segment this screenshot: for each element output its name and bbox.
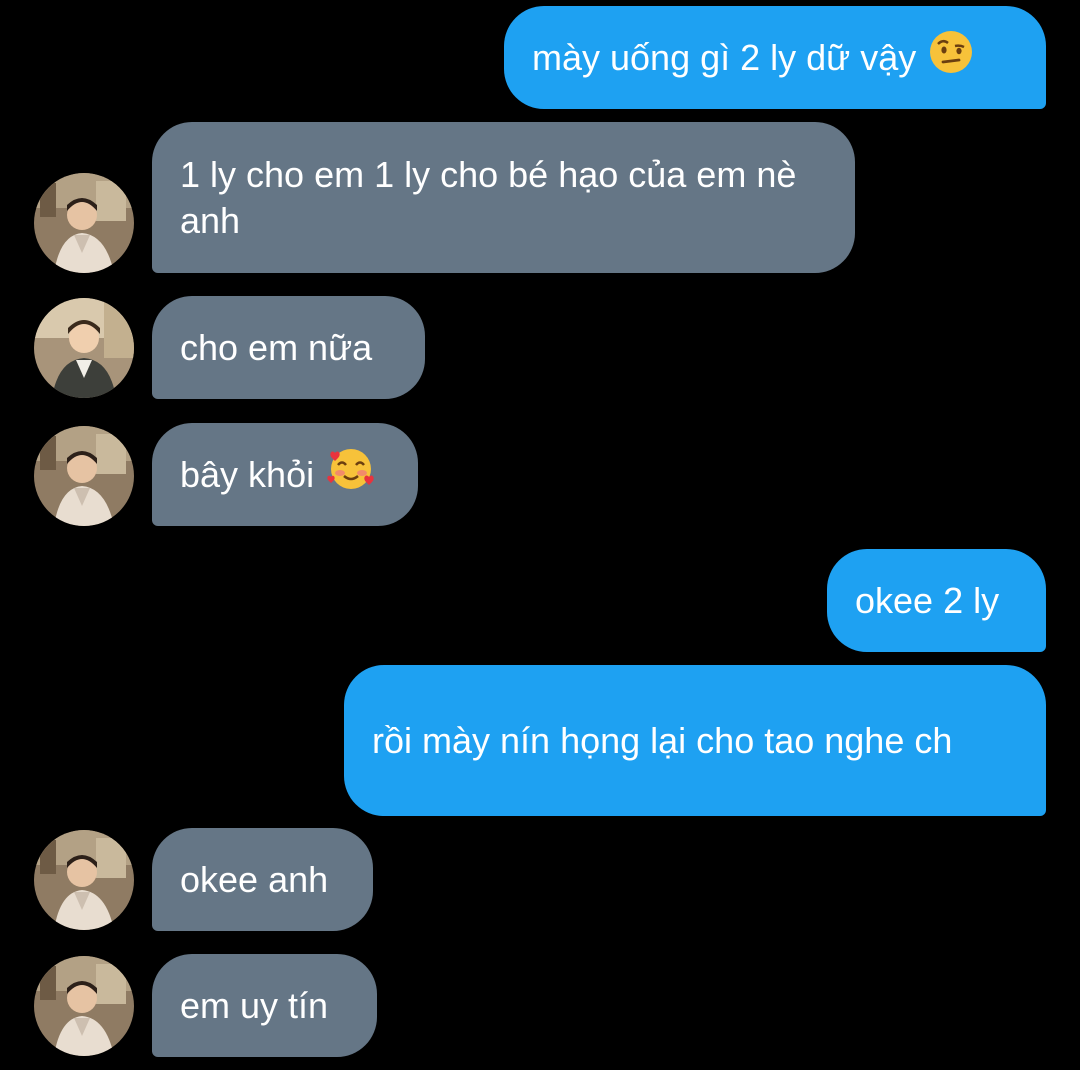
avatar[interactable]: [34, 173, 134, 273]
avatar[interactable]: [34, 956, 134, 1056]
avatar-photo-icon: [34, 956, 134, 1056]
raised-eyebrow-emoji-icon: [928, 29, 974, 86]
avatar[interactable]: [34, 426, 134, 526]
incoming-message-bubble[interactable]: okee anh: [152, 828, 373, 931]
outgoing-message-bubble[interactable]: okee 2 ly: [827, 549, 1046, 652]
avatar-photo-icon: [34, 298, 134, 398]
incoming-message-bubble[interactable]: 1 ly cho em 1 ly cho bé hạo của em nè an…: [152, 122, 855, 273]
message-text: mày uống gì 2 ly dữ vậy: [532, 36, 917, 78]
message-text: rồi mày nín họng lại cho tao nghe ch: [372, 719, 953, 761]
smiling-face-with-hearts-emoji-icon: [326, 444, 376, 505]
incoming-message-bubble[interactable]: cho em nữa: [152, 296, 425, 399]
message-text: cho em nữa: [180, 326, 373, 368]
outgoing-message-bubble[interactable]: mày uống gì 2 ly dữ vậy: [504, 6, 1046, 109]
outgoing-message-bubble[interactable]: rồi mày nín họng lại cho tao nghe ch: [344, 665, 1046, 816]
message-text: okee anh: [180, 858, 329, 900]
incoming-message-bubble[interactable]: bây khỏi: [152, 423, 418, 526]
avatar[interactable]: [34, 830, 134, 930]
message-text: okee 2 ly: [855, 579, 1000, 621]
message-text: bây khỏi: [180, 453, 315, 495]
incoming-message-bubble[interactable]: em uy tín: [152, 954, 377, 1057]
chat-thread: mày uống gì 2 ly dữ vậy 1 ly cho em 1 ly…: [0, 0, 1080, 1070]
avatar[interactable]: [34, 298, 134, 398]
avatar-photo-icon: [34, 426, 134, 526]
message-text: 1 ly cho em 1 ly cho bé hạo của em nè an…: [180, 153, 797, 241]
avatar-photo-icon: [34, 173, 134, 273]
message-text: em uy tín: [180, 984, 329, 1026]
avatar-photo-icon: [34, 830, 134, 930]
